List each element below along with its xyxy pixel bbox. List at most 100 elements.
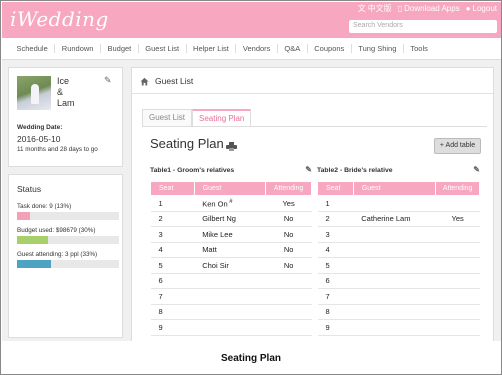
logout-link[interactable]: ● Logout [466, 3, 497, 14]
couple-names: Ice & Lam [57, 76, 75, 109]
attending-cell: No [265, 257, 312, 274]
table-row[interactable]: 1 [317, 195, 480, 212]
attending-cell [265, 304, 312, 320]
attending-cell [435, 257, 480, 274]
phone-icon: ▯ [397, 4, 403, 13]
table-row[interactable]: 3 Mike Lee No [150, 226, 312, 243]
table-1-body: 1 Ken On # Yes 2 Gilbert Ng No 3 Mike Lee No 4 Mat… [150, 195, 312, 336]
guest-mark: # [227, 198, 233, 205]
logo[interactable]: iWedding [10, 7, 109, 31]
attending-cell: Yes [265, 195, 312, 212]
edit-profile-pencil-icon[interactable]: ✎ [104, 75, 112, 86]
guest-stat-label: Guest attending: 3 ppl (33%) [17, 251, 98, 258]
name-2: Lam [57, 98, 75, 108]
attending-cell [435, 242, 480, 258]
task-progress-bar [17, 212, 119, 220]
guest-cell: Ken On # [194, 195, 266, 212]
nav-item-helper-list[interactable]: Helper List [187, 44, 237, 53]
seat-cell: 8 [317, 304, 354, 320]
table-1-title: Table1 - Groom's relatives ✎ [150, 165, 312, 178]
task-stat-label: Task done: 9 (13%) [17, 203, 72, 210]
avatar [17, 76, 51, 110]
table-row[interactable]: 5 [317, 257, 480, 274]
name-1: Ice [57, 76, 70, 86]
edit-table-2-pencil-icon[interactable]: ✎ [473, 165, 480, 174]
attending-cell: No [265, 226, 312, 243]
nav-item-tung-shing[interactable]: Tung Shing [352, 44, 404, 53]
guest-cell [353, 195, 436, 212]
print-icon[interactable] [226, 138, 237, 151]
logout-label: Logout [472, 4, 497, 13]
app-window: iWedding 文 中文版 ▯ Download Apps ● Logout … [2, 2, 501, 341]
budget-stat-label: Budget used: $98679 (30%) [17, 227, 96, 234]
language-label: 中文版 [367, 4, 392, 13]
col-guest: Guest [193, 181, 267, 196]
guest-cell [353, 288, 436, 305]
table-row[interactable]: 1 Ken On # Yes [150, 195, 312, 212]
nav-item-qa[interactable]: Q&A [278, 44, 308, 53]
guest-cell [194, 273, 266, 289]
attending-cell [265, 319, 312, 336]
table-1-title-text: Table1 - Groom's relatives [150, 167, 235, 174]
table-row[interactable]: 8 [150, 304, 312, 320]
page-title: Seating Plan [150, 136, 224, 151]
edit-table-1-pencil-icon[interactable]: ✎ [305, 165, 312, 174]
top-links: 文 中文版 ▯ Download Apps ● Logout [358, 3, 497, 14]
table-row[interactable]: 9 [150, 319, 312, 336]
seat-cell: 6 [150, 273, 195, 289]
home-icon[interactable] [140, 77, 149, 86]
table-row[interactable]: 5 Choi Sir No [150, 257, 312, 274]
guest-cell: Gilbert Ng [194, 211, 266, 227]
header: iWedding 文 中文版 ▯ Download Apps ● Logout … [2, 2, 501, 38]
table-row[interactable]: 8 [317, 304, 480, 320]
table-row[interactable]: 3 [317, 226, 480, 243]
add-table-button[interactable]: + Add table [434, 138, 481, 154]
col-seat: Seat [317, 181, 354, 196]
language-link[interactable]: 文 中文版 [358, 3, 392, 14]
wedding-date: 2016-05-10 [17, 134, 61, 144]
wedding-date-label: Wedding Date: [17, 124, 63, 131]
nav-item-guest-list[interactable]: Guest List [139, 44, 187, 53]
col-guest: Guest [352, 181, 437, 196]
language-icon: 文 [357, 4, 366, 13]
table-row[interactable]: 7 [317, 288, 480, 305]
table-2-title-text: Table2 - Bride's relative [317, 167, 393, 174]
status-title: Status [17, 184, 42, 194]
table-row[interactable]: 7 [150, 288, 312, 305]
attending-cell [435, 273, 480, 289]
table-row[interactable]: 6 [317, 273, 480, 289]
tab-guest-list[interactable]: Guest List [142, 109, 193, 126]
guest-cell [353, 304, 436, 320]
nav-item-rundown[interactable]: Rundown [55, 44, 101, 53]
attending-cell [435, 195, 480, 212]
name-ampersand: & [57, 87, 64, 97]
seating-table-1: Table1 - Groom's relatives ✎ Seat Guest … [150, 165, 312, 336]
table-1-header-row: Seat Guest Attending [150, 181, 312, 196]
nav-item-tools[interactable]: Tools [404, 44, 435, 53]
seat-cell: 4 [150, 242, 195, 258]
nav-item-coupons[interactable]: Coupons [308, 44, 352, 53]
nav-item-vendors[interactable]: Vendors [236, 44, 278, 53]
main-nav: Schedule Rundown Budget Guest List Helpe… [2, 38, 501, 60]
task-progress-fill [17, 212, 31, 220]
budget-progress-fill [17, 236, 48, 244]
guest-cell [353, 242, 436, 258]
nav-item-budget[interactable]: Budget [101, 44, 139, 53]
download-apps-link[interactable]: ▯ Download Apps [398, 3, 460, 14]
attending-cell [265, 288, 312, 305]
seat-cell: 9 [150, 319, 195, 336]
tab-seating-plan[interactable]: Seating Plan [192, 109, 252, 126]
attending-cell: No [265, 211, 312, 227]
seat-cell: 8 [150, 304, 195, 320]
seat-cell: 2 [150, 211, 195, 227]
nav-item-schedule[interactable]: Schedule [10, 44, 56, 53]
table-row[interactable]: 2 Gilbert Ng No [150, 211, 312, 227]
table-row[interactable]: 4 [317, 242, 480, 258]
table-row[interactable]: 9 [317, 319, 480, 336]
guest-cell [353, 273, 436, 289]
table-row[interactable]: 2 Catherine Lam Yes [317, 211, 480, 227]
table-row[interactable]: 4 Matt No [150, 242, 312, 258]
table-row[interactable]: 6 [150, 273, 312, 289]
search-input[interactable]: Search Vendors [349, 20, 497, 33]
tab-bar: Guest List Seating Plan [142, 109, 252, 126]
